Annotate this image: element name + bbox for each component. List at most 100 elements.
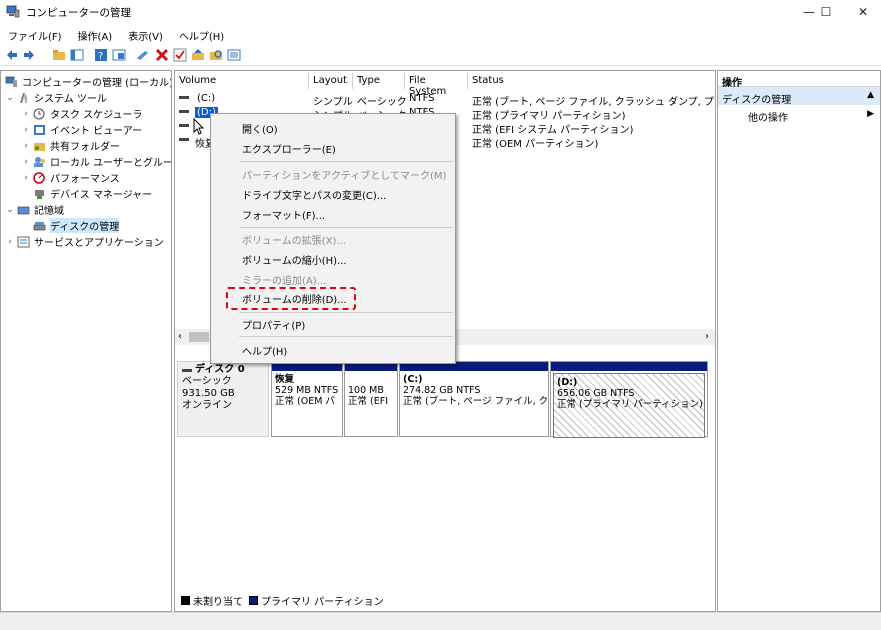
performance-icon bbox=[33, 171, 45, 184]
menu-file[interactable]: ファイル(F) bbox=[0, 24, 70, 43]
partition-status: 正常 (OEM パ bbox=[275, 396, 335, 407]
column-header-status[interactable]: Status bbox=[468, 73, 715, 89]
disk-name: ディスク 0 bbox=[195, 364, 245, 375]
tree-item-disk-management-label: ディスクの管理 bbox=[50, 218, 120, 233]
chevron-right-icon[interactable]: › bbox=[21, 141, 31, 151]
chevron-right-icon[interactable]: › bbox=[21, 125, 31, 135]
column-header-filesystem[interactable]: File System bbox=[405, 73, 468, 97]
status-bar bbox=[0, 612, 881, 630]
partition-c[interactable]: (C:) 274.82 GB NTFS 正常 (ブート, ページ ファイル, クラ bbox=[399, 361, 549, 437]
tree-item-local-users[interactable]: › ローカル ユーザーとグループ bbox=[21, 154, 172, 169]
menu-item-shrink[interactable]: ボリュームの縮小(H)... bbox=[242, 250, 347, 268]
menu-item-format[interactable]: フォーマット(F)... bbox=[242, 205, 325, 223]
partition-recovery[interactable]: 恢复 529 MB NTFS 正常 (OEM パ bbox=[271, 361, 343, 437]
menu-item-open[interactable]: 開く(O) bbox=[242, 119, 278, 137]
submenu-arrow-icon: ▶ bbox=[867, 109, 874, 119]
partition-name: 恢复 bbox=[275, 374, 295, 385]
partition-d[interactable]: (D:) 656.06 GB NTFS 正常 (プライマリ パーティション) bbox=[550, 361, 708, 438]
tree-item-shared-folders[interactable]: › 共有フォルダー bbox=[21, 138, 120, 154]
tree-item-storage[interactable]: ⌄ 記憶域 bbox=[5, 202, 64, 218]
column-header-volume[interactable]: Volume bbox=[175, 73, 309, 89]
up-folder-icon[interactable] bbox=[52, 48, 66, 62]
actions-other-label: 他の操作 bbox=[748, 113, 788, 124]
tree-item-performance[interactable]: › パフォーマンス bbox=[21, 170, 120, 185]
folder-up-icon[interactable] bbox=[191, 48, 205, 62]
tree-item-local-users-label: ローカル ユーザーとグループ bbox=[50, 158, 172, 169]
list-view-icon[interactable] bbox=[227, 48, 241, 62]
partition-size: 100 MB bbox=[348, 385, 384, 396]
services-icon bbox=[17, 236, 30, 247]
properties-icon[interactable] bbox=[112, 48, 126, 62]
context-menu: 開く(O) エクスプローラー(E) パーティションをアクティブとしてマーク(M)… bbox=[210, 113, 456, 364]
tree-item-device-manager[interactable]: デバイス マネージャー bbox=[31, 186, 152, 201]
chevron-down-icon[interactable]: ⌄ bbox=[5, 93, 15, 103]
tree-item-services-apps[interactable]: › サービスとアプリケーション bbox=[5, 234, 164, 249]
scroll-thumb[interactable] bbox=[189, 332, 209, 342]
disk-state: オンライン bbox=[182, 400, 232, 411]
check-icon[interactable] bbox=[173, 48, 187, 62]
menu-item-add-mirror: ミラーの追加(A)... bbox=[242, 275, 327, 287]
volume-drive-icon bbox=[179, 138, 189, 141]
partition-status: 正常 (プライマリ パーティション) bbox=[557, 399, 703, 410]
unallocated-swatch bbox=[181, 596, 190, 605]
partition-size: 656.06 GB NTFS bbox=[557, 388, 635, 399]
partition-status: 正常 (ブート, ページ ファイル, クラ bbox=[403, 396, 548, 407]
actions-section-disk-management[interactable]: ディスクの管理 ▲ bbox=[718, 87, 880, 106]
scroll-right-icon[interactable]: › bbox=[705, 331, 709, 342]
tree-item-device-manager-label: デバイス マネージャー bbox=[50, 190, 153, 201]
maximize-button[interactable]: ☐ bbox=[808, 0, 844, 24]
partition-name: (C:) bbox=[403, 374, 423, 385]
tree-item-services-apps-label: サービスとアプリケーション bbox=[34, 238, 164, 249]
menu-item-help[interactable]: ヘルプ(H) bbox=[242, 341, 287, 359]
actions-header: 操作 bbox=[718, 71, 880, 89]
shared-folder-icon bbox=[34, 142, 45, 151]
menu-item-explore[interactable]: エクスプローラー(E) bbox=[242, 139, 336, 157]
chevron-down-icon[interactable]: ⌄ bbox=[5, 205, 15, 215]
column-header-type[interactable]: Type bbox=[353, 73, 405, 89]
row-status: 正常 (ブート, ページ ファイル, クラッシュ ダンプ, プライマリ / bbox=[472, 97, 715, 108]
menu-view[interactable]: 表示(V) bbox=[120, 24, 171, 43]
partition-size: 274.82 GB NTFS bbox=[403, 385, 481, 396]
delete-x-icon[interactable] bbox=[155, 48, 169, 62]
menu-bar: ファイル(F) 操作(A) 表示(V) ヘルプ(H) bbox=[0, 24, 881, 44]
menu-separator bbox=[239, 227, 453, 228]
column-header-layout[interactable]: Layout bbox=[309, 73, 353, 89]
menu-action[interactable]: 操作(A) bbox=[70, 24, 121, 43]
disk-0-label[interactable]: ディスク 0 ベーシック 931.50 GB オンライン bbox=[177, 361, 269, 437]
menu-item-properties[interactable]: プロパティ(P) bbox=[242, 315, 305, 333]
tree-item-system-tools[interactable]: ⌄ システム ツール bbox=[5, 90, 107, 105]
tree-item-event-viewer[interactable]: › イベント ビューアー bbox=[21, 122, 142, 137]
collapse-up-icon[interactable]: ▲ bbox=[867, 90, 874, 100]
tree-item-shared-folders-label: 共有フォルダー bbox=[50, 142, 120, 153]
menu-item-change-letter[interactable]: ドライブ文字とパスの変更(C)... bbox=[242, 185, 386, 203]
actions-other[interactable]: 他の操作 ▶ bbox=[718, 105, 880, 124]
tree-item-disk-management[interactable]: ディスクの管理 bbox=[31, 218, 120, 233]
legend-unallocated: 未割り当て bbox=[193, 597, 243, 608]
system-tools-icon bbox=[20, 92, 27, 103]
partition-efi[interactable]: 100 MB 正常 (EFI bbox=[344, 361, 398, 437]
menu-separator bbox=[239, 161, 453, 162]
row-status: 正常 (OEM パーティション) bbox=[472, 139, 599, 150]
search-folder-icon[interactable] bbox=[209, 48, 223, 62]
scroll-left-icon[interactable]: ‹ bbox=[178, 331, 182, 342]
tree-root[interactable]: コンピューターの管理 (ローカル) bbox=[3, 74, 171, 89]
connect-icon[interactable] bbox=[136, 48, 150, 62]
chevron-right-icon[interactable]: › bbox=[5, 237, 15, 247]
menu-help[interactable]: ヘルプ(H) bbox=[171, 24, 232, 43]
tree-item-task-scheduler[interactable]: › タスク スケジューラ bbox=[21, 106, 142, 121]
menu-item-extend: ボリュームの拡張(X)... bbox=[242, 235, 346, 247]
chevron-right-icon[interactable]: › bbox=[21, 109, 31, 119]
chevron-right-icon[interactable]: › bbox=[21, 173, 31, 183]
table-row[interactable]: (C:) シンプル ベーシック NTFS 正常 (ブート, ページ ファイル, … bbox=[175, 93, 715, 108]
close-button[interactable]: ✕ bbox=[845, 0, 881, 24]
users-icon bbox=[34, 156, 45, 167]
back-arrow-icon[interactable] bbox=[5, 48, 19, 62]
help-icon[interactable]: ? bbox=[94, 48, 108, 62]
forward-arrow-icon[interactable] bbox=[22, 48, 36, 62]
show-hide-tree-icon[interactable] bbox=[70, 48, 84, 62]
chevron-right-icon[interactable]: › bbox=[21, 157, 31, 167]
window-title: コンピューターの管理 bbox=[26, 7, 131, 19]
row-fs: NTFS bbox=[409, 93, 435, 104]
storage-icon bbox=[17, 206, 30, 214]
legend: 未割り当て プライマリ パーティション bbox=[179, 593, 384, 608]
